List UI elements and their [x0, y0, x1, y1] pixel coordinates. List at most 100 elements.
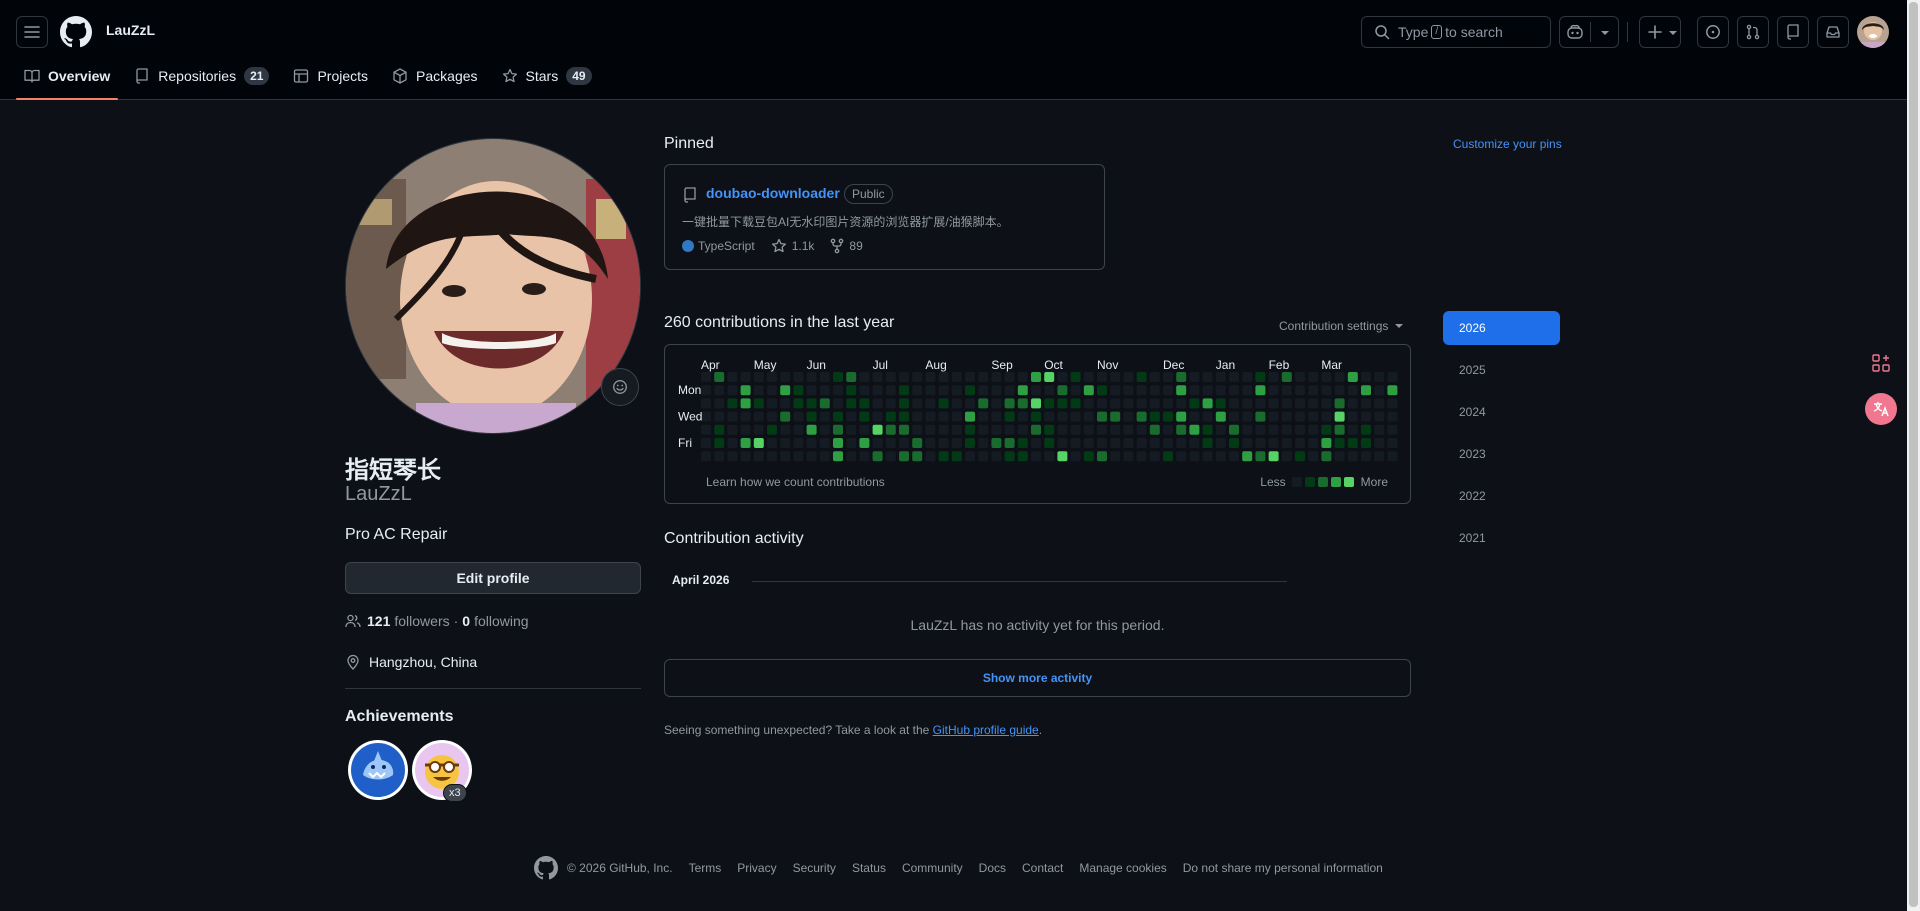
- contribution-day-cell[interactable]: [925, 411, 936, 422]
- contribution-day-cell[interactable]: [978, 411, 989, 422]
- contribution-day-cell[interactable]: [1057, 438, 1068, 448]
- contribution-day-cell[interactable]: [1242, 411, 1253, 422]
- contribution-day-cell[interactable]: [1070, 372, 1081, 382]
- profile-guide-link[interactable]: GitHub profile guide: [933, 723, 1039, 737]
- contribution-day-cell[interactable]: [1189, 451, 1200, 462]
- contribution-day-cell[interactable]: [1361, 372, 1371, 382]
- contribution-day-cell[interactable]: [859, 424, 870, 435]
- contribution-day-cell[interactable]: [965, 438, 975, 448]
- contribution-day-cell[interactable]: [833, 424, 843, 435]
- contribution-day-cell[interactable]: [833, 438, 843, 448]
- contribution-day-cell[interactable]: [938, 372, 949, 382]
- contribution-day-cell[interactable]: [1268, 451, 1279, 462]
- contribution-day-cell[interactable]: [1347, 424, 1358, 435]
- contribution-day-cell[interactable]: [899, 424, 909, 435]
- contribution-day-cell[interactable]: [1031, 372, 1041, 382]
- contribution-day-cell[interactable]: [1123, 438, 1134, 448]
- contribution-day-cell[interactable]: [1057, 385, 1068, 396]
- contribution-day-cell[interactable]: [1097, 398, 1107, 409]
- contribution-day-cell[interactable]: [1017, 372, 1028, 382]
- contribution-day-cell[interactable]: [1044, 385, 1055, 396]
- contribution-day-cell[interactable]: [701, 438, 711, 448]
- contribution-day-cell[interactable]: [1097, 411, 1107, 422]
- contribution-day-cell[interactable]: [753, 438, 764, 448]
- contribution-day-cell[interactable]: [1136, 411, 1147, 422]
- contribution-day-cell[interactable]: [1017, 438, 1028, 448]
- contribution-day-cell[interactable]: [925, 451, 936, 462]
- issues-button[interactable]: [1697, 16, 1729, 48]
- footer-link-community[interactable]: Community: [902, 861, 963, 875]
- contribution-day-cell[interactable]: [767, 438, 777, 448]
- contribution-day-cell[interactable]: [899, 385, 909, 396]
- contribution-day-cell[interactable]: [1334, 424, 1345, 435]
- contribution-day-cell[interactable]: [1097, 372, 1107, 382]
- following-link[interactable]: 0 following: [462, 613, 528, 629]
- search-input[interactable]: Type / to search: [1361, 16, 1551, 48]
- contribution-day-cell[interactable]: [793, 385, 804, 396]
- contribution-day-cell[interactable]: [1374, 411, 1385, 422]
- contribution-day-cell[interactable]: [1347, 438, 1358, 448]
- contribution-day-cell[interactable]: [806, 424, 817, 435]
- contribution-day-cell[interactable]: [1136, 385, 1147, 396]
- contribution-day-cell[interactable]: [1083, 372, 1094, 382]
- create-new-button[interactable]: [1639, 16, 1681, 48]
- contribution-day-cell[interactable]: [1110, 385, 1121, 396]
- contribution-day-cell[interactable]: [1057, 424, 1068, 435]
- contribution-day-cell[interactable]: [1031, 411, 1041, 422]
- contribution-day-cell[interactable]: [1149, 398, 1160, 409]
- contribution-day-cell[interactable]: [1136, 424, 1147, 435]
- contribution-day-cell[interactable]: [1044, 424, 1055, 435]
- year-link-2021[interactable]: 2021: [1443, 521, 1560, 555]
- contribution-day-cell[interactable]: [714, 398, 725, 409]
- contribution-day-cell[interactable]: [1374, 424, 1385, 435]
- tab-packages[interactable]: Packages: [384, 60, 485, 92]
- contribution-day-cell[interactable]: [859, 438, 870, 448]
- contribution-day-cell[interactable]: [1334, 398, 1345, 409]
- contribution-day-cell[interactable]: [767, 385, 777, 396]
- contribution-day-cell[interactable]: [1255, 372, 1266, 382]
- pull-requests-button[interactable]: [1737, 16, 1769, 48]
- contribution-day-cell[interactable]: [780, 424, 791, 435]
- footer-link-docs[interactable]: Docs: [979, 861, 1006, 875]
- contribution-day-cell[interactable]: [1189, 372, 1200, 382]
- contribution-day-cell[interactable]: [780, 398, 791, 409]
- forks-link[interactable]: 89: [830, 238, 863, 254]
- extension-widget-button[interactable]: [1865, 347, 1897, 379]
- github-logo-link[interactable]: [60, 16, 92, 48]
- contribution-day-cell[interactable]: [1097, 438, 1107, 448]
- contribution-day-cell[interactable]: [714, 411, 725, 422]
- contribution-day-cell[interactable]: [885, 385, 896, 396]
- contribution-day-cell[interactable]: [1136, 438, 1147, 448]
- contribution-day-cell[interactable]: [1281, 438, 1292, 448]
- contribution-day-cell[interactable]: [1083, 385, 1094, 396]
- contribution-day-cell[interactable]: [1308, 398, 1319, 409]
- contribution-day-cell[interactable]: [1189, 411, 1200, 422]
- contribution-day-cell[interactable]: [1215, 398, 1226, 409]
- footer-link-privacy[interactable]: Privacy: [737, 861, 776, 875]
- contribution-day-cell[interactable]: [991, 424, 1002, 435]
- tab-repositories[interactable]: Repositories 21: [126, 60, 277, 92]
- contribution-day-cell[interactable]: [1242, 398, 1253, 409]
- contribution-day-cell[interactable]: [925, 385, 936, 396]
- contribution-day-cell[interactable]: [885, 411, 896, 422]
- contribution-day-cell[interactable]: [872, 385, 883, 396]
- contribution-day-cell[interactable]: [740, 451, 751, 462]
- contribution-day-cell[interactable]: [925, 372, 936, 382]
- contribution-day-cell[interactable]: [965, 424, 975, 435]
- contribution-day-cell[interactable]: [819, 438, 830, 448]
- contribution-day-cell[interactable]: [727, 451, 738, 462]
- contribution-day-cell[interactable]: [872, 438, 883, 448]
- contribution-day-cell[interactable]: [727, 411, 738, 422]
- tab-stars[interactable]: Stars 49: [494, 60, 600, 92]
- contribution-day-cell[interactable]: [912, 372, 923, 382]
- footer-link-status[interactable]: Status: [852, 861, 886, 875]
- contribution-day-cell[interactable]: [701, 385, 711, 396]
- contribution-day-cell[interactable]: [1361, 411, 1371, 422]
- contribution-day-cell[interactable]: [1004, 372, 1015, 382]
- contribution-day-cell[interactable]: [978, 424, 989, 435]
- contribution-day-cell[interactable]: [767, 372, 777, 382]
- contribution-day-cell[interactable]: [1268, 372, 1279, 382]
- contribution-day-cell[interactable]: [806, 451, 817, 462]
- profile-avatar[interactable]: [345, 138, 641, 434]
- contribution-day-cell[interactable]: [1083, 438, 1094, 448]
